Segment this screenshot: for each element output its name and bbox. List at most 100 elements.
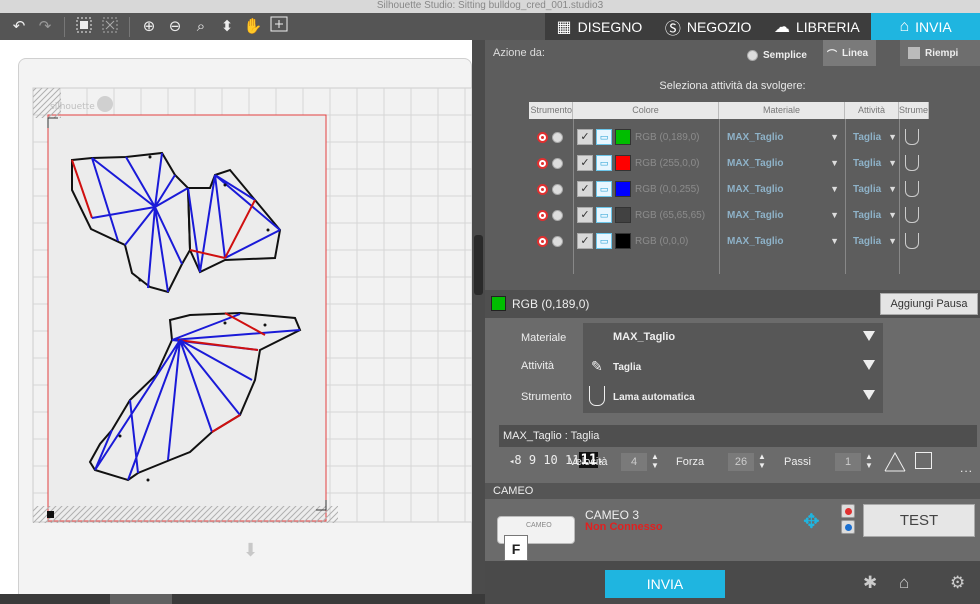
material-select[interactable]: MAX_Taglio ▼: [727, 179, 839, 199]
header-color: Colore: [573, 102, 719, 119]
store-icon: Ⓢ: [664, 20, 681, 38]
tool-cell[interactable]: [905, 153, 919, 173]
passes-input[interactable]: 1: [835, 453, 861, 471]
task-select[interactable]: Taglia ▼: [853, 179, 897, 199]
check-icon[interactable]: ✓: [577, 233, 593, 249]
select-tasks-label: Seleziona attività da svolgere:: [659, 80, 806, 92]
action-section: Azione da: Semplice ⌒ Linea Riempi Selez…: [485, 40, 980, 290]
task-dropdown[interactable]: ✎ Taglia: [583, 352, 883, 382]
stop-icon[interactable]: [841, 520, 855, 534]
task-value: Taglia: [853, 157, 882, 169]
zoom-out-icon[interactable]: ⊖: [164, 16, 186, 38]
table-row[interactable]: ✓ ▭ RGB (0,189,0) MAX_Taglio ▼ Taglia ▼: [529, 127, 929, 147]
check-icon[interactable]: ✓: [577, 155, 593, 171]
task-value: Taglia: [613, 362, 642, 373]
move-arrows-icon[interactable]: ✥: [803, 509, 820, 534]
table-row[interactable]: ✓ ▭ RGB (0,0,255) MAX_Taglio ▼ Taglia ▼: [529, 179, 929, 199]
undo-icon[interactable]: ↶: [8, 16, 30, 38]
material-value: MAX_Taglio: [727, 183, 784, 195]
tab-libreria[interactable]: ☁ LIBRERIA: [763, 13, 872, 40]
fill-mode-icon: [908, 47, 920, 59]
material-select[interactable]: MAX_Taglio ▼: [727, 205, 839, 225]
tool-select[interactable]: [537, 153, 563, 173]
zoom-in-icon[interactable]: ⊕: [138, 16, 160, 38]
zoom-fit-icon[interactable]: ⌕: [190, 16, 212, 38]
table-row[interactable]: ✓ ▭ RGB (255,0,0) MAX_Taglio ▼ Taglia ▼: [529, 153, 929, 173]
mode-semplice[interactable]: Semplice: [747, 44, 807, 66]
pan-hand-icon[interactable]: ✋: [242, 16, 264, 38]
test-button[interactable]: TEST: [863, 504, 975, 537]
table-row[interactable]: ✓ ▭ RGB (65,65,65) MAX_Taglio ▼ Taglia ▼: [529, 205, 929, 225]
cutter-icon[interactable]: ⌂: [899, 573, 909, 593]
speed-stepper[interactable]: ▲ ▼: [651, 452, 659, 470]
horizontal-scrollbar[interactable]: [0, 594, 485, 604]
tool-select[interactable]: [537, 127, 563, 147]
redo-icon[interactable]: ↷: [34, 16, 56, 38]
task-select[interactable]: Taglia ▼: [853, 127, 897, 147]
toolbar-divider: [64, 16, 65, 37]
mode-linea[interactable]: ⌒ Linea: [823, 40, 877, 66]
record-icon[interactable]: [841, 504, 855, 518]
tool-select[interactable]: [537, 231, 563, 251]
task-select[interactable]: Taglia ▼: [853, 153, 897, 173]
tool-select[interactable]: [537, 205, 563, 225]
tool-select[interactable]: [537, 179, 563, 199]
line-segment-icon[interactable]: [884, 452, 906, 472]
material-value: MAX_Taglio: [727, 235, 784, 247]
bluetooth-icon[interactable]: ✱: [863, 573, 877, 593]
canvas-area[interactable]: silhouette ⬇: [0, 40, 472, 602]
dropdown-arrow-icon: ▼: [830, 132, 839, 142]
send-button[interactable]: INVIA: [605, 570, 725, 598]
table-row[interactable]: ✓ ▭ RGB (0,0,0) MAX_Taglio ▼ Taglia ▼: [529, 231, 929, 251]
force-input[interactable]: 26: [728, 453, 754, 471]
tool-cell[interactable]: [905, 231, 919, 251]
material-dropdown[interactable]: MAX_Taglio: [583, 323, 883, 353]
tool-cell[interactable]: [905, 127, 919, 147]
cut-parameters: ◂8 9 10 1111▸ Velocità 4 ▲ ▼ Forza 26 ▲ ▼ …: [499, 447, 977, 477]
tool-cell[interactable]: [905, 205, 919, 225]
svg-text:silhouette: silhouette: [50, 102, 95, 112]
material-value: MAX_Taglio: [727, 157, 784, 169]
title-bar: Silhouette Studio: Sitting bulldog_cred_…: [0, 0, 980, 13]
tab-negozio[interactable]: Ⓢ NEGOZIO: [654, 13, 763, 40]
mode-label: Semplice: [763, 49, 807, 61]
record-toggle[interactable]: [841, 504, 857, 536]
move-down-icon[interactable]: ⬍: [216, 16, 238, 38]
tab-invia[interactable]: ⌂ INVIA: [871, 13, 980, 40]
header-task: Attività: [845, 102, 899, 119]
more-options-icon[interactable]: ...: [960, 461, 973, 475]
task-select[interactable]: Taglia ▼: [853, 205, 897, 225]
task-select[interactable]: Taglia ▼: [853, 231, 897, 251]
scrollbar-thumb[interactable]: [110, 594, 172, 604]
check-icon[interactable]: ✓: [577, 181, 593, 197]
material-select[interactable]: MAX_Taglio ▼: [727, 127, 839, 147]
overcut-icon[interactable]: [915, 452, 932, 469]
mode-riempi[interactable]: Riempi: [900, 40, 980, 66]
task-value: Taglia: [853, 131, 882, 143]
passes-stepper[interactable]: ▲ ▼: [865, 452, 873, 470]
speed-label: Velocità: [569, 456, 608, 468]
add-pause-button[interactable]: Aggiungi Pausa: [880, 293, 978, 315]
rgb-label: RGB (0,189,0): [635, 131, 700, 143]
tool-dropdown[interactable]: Lama automatica: [583, 382, 883, 413]
gear-icon[interactable]: ⚙: [950, 573, 965, 593]
ungroup-icon[interactable]: [99, 16, 121, 38]
add-page-icon[interactable]: [268, 16, 290, 38]
tool-label: Strumento: [521, 391, 572, 403]
arrow-down-icon[interactable]: ⬇: [243, 540, 258, 561]
scrollbar-thumb[interactable]: [474, 235, 483, 295]
speed-input[interactable]: 4: [621, 453, 647, 471]
material-select[interactable]: MAX_Taglio ▼: [727, 231, 839, 251]
rgb-label: RGB (0,0,0): [635, 235, 689, 247]
check-icon[interactable]: ✓: [577, 207, 593, 223]
radio-icon: [747, 49, 758, 61]
cutting-mat[interactable]: silhouette: [0, 40, 472, 596]
force-stepper[interactable]: ▲ ▼: [758, 452, 766, 470]
tool-cell[interactable]: [905, 179, 919, 199]
vertical-scrollbar[interactable]: [472, 40, 485, 596]
material-select[interactable]: MAX_Taglio ▼: [727, 153, 839, 173]
tool-value: Lama automatica: [613, 392, 695, 403]
check-icon[interactable]: ✓: [577, 129, 593, 145]
tab-disegno[interactable]: ▦ DISEGNO: [545, 13, 654, 40]
group-icon[interactable]: [73, 16, 95, 38]
